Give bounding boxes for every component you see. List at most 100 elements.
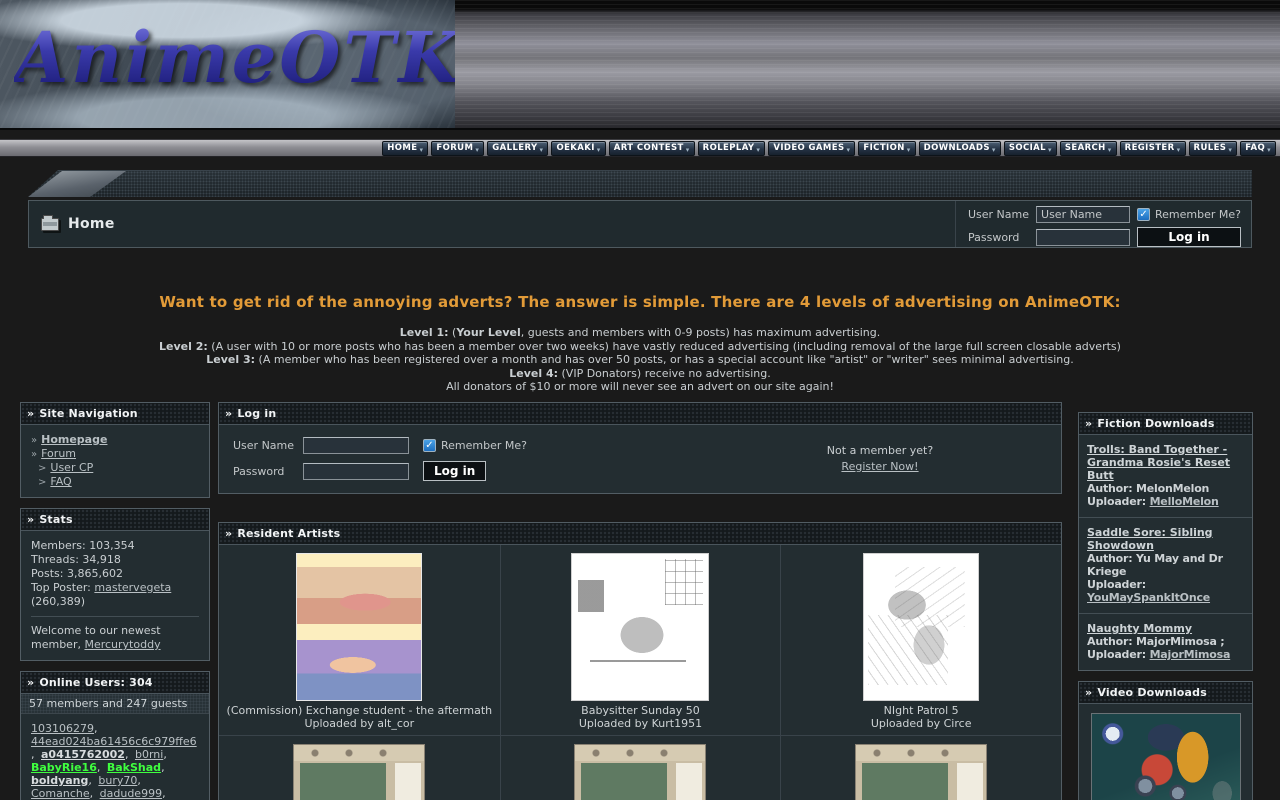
dropdown-arrow-icon: ▾	[992, 147, 996, 155]
fiction-item: Trolls: Band Together - Grandma Rosie's …	[1079, 435, 1252, 517]
sidebar-link-homepage[interactable]: Homepage	[41, 433, 107, 446]
nav-item-home[interactable]: HOME▾	[382, 141, 428, 156]
online-user-link[interactable]: boldyang	[31, 774, 88, 787]
uploader-link[interactable]: MelloMelon	[1150, 495, 1219, 508]
site-navigation-body: »Homepage »Forum >User CP >FAQ	[21, 425, 209, 497]
nav-item-fiction[interactable]: FICTION▾	[858, 141, 915, 156]
stat-posts: Posts: 3,865,602	[31, 567, 199, 581]
username-input[interactable]	[1036, 206, 1130, 223]
online-user-link[interactable]: a0415762002	[41, 748, 125, 761]
login-button[interactable]: Log in	[423, 461, 486, 481]
password-input[interactable]	[303, 463, 409, 480]
separator: ,	[88, 774, 92, 787]
artwork-image	[863, 553, 979, 701]
nav-label: OEKAKI	[556, 143, 594, 153]
fiction-title-link[interactable]: Naughty Mommy	[1087, 622, 1192, 635]
nav-item-video-games[interactable]: VIDEO GAMES▾	[768, 141, 855, 156]
sidebar-link-forum[interactable]: Forum	[41, 447, 76, 460]
artwork-image	[574, 744, 706, 800]
artwork-title: NIght Patrol 5	[787, 704, 1055, 717]
register-prompt: Not a member yet? Register Now!	[713, 443, 1047, 475]
fiction-downloads-header: »Fiction Downloads	[1079, 413, 1252, 435]
newest-member-link[interactable]: Mercurytoddy	[84, 638, 160, 651]
artwork-image	[855, 744, 987, 800]
nav-item-rules[interactable]: RULES▾	[1189, 141, 1238, 156]
artwork-uploader: Uploaded by alt_cor	[225, 717, 494, 730]
nav-label: DOWNLOADS	[924, 143, 990, 153]
password-input[interactable]	[1036, 229, 1130, 246]
dropdown-arrow-icon: ▾	[1177, 147, 1181, 155]
resident-artists-header: »Resident Artists	[219, 523, 1061, 545]
resident-artists-panel: »Resident Artists (Commission) Exchange …	[218, 522, 1062, 800]
top-poster-link[interactable]: mastervegeta	[94, 581, 171, 594]
nav-label: SEARCH	[1065, 143, 1106, 153]
nav-label: ROLEPLAY	[703, 143, 755, 153]
nav-item-oekaki[interactable]: OEKAKI▾	[551, 141, 605, 156]
artist-thumbnail-link[interactable]	[293, 744, 425, 800]
fiction-title-link[interactable]: Saddle Sore: Sibling Showdown	[1087, 526, 1244, 552]
nav-item-search[interactable]: SEARCH▾	[1060, 141, 1117, 156]
remember-checkbox[interactable]: ✓	[1137, 208, 1150, 221]
advert-levels: Level 1: (Your Level, guests and members…	[0, 326, 1280, 394]
video-item: Tu Seras un Taxi, Mon Fils!	[1079, 704, 1252, 800]
online-user-link[interactable]: Comanche	[31, 787, 90, 800]
artwork-title: (Commission) Exchange student - the afte…	[225, 704, 494, 717]
nav-item-faq[interactable]: FAQ▾	[1240, 141, 1276, 156]
panel-title: Video Downloads	[1097, 686, 1207, 699]
link-arrow-icon: »	[31, 435, 37, 446]
fiction-author: Author: Yu May and Dr Kriege	[1087, 552, 1244, 578]
fiction-uploader: Uploader: MajorMimosa	[1087, 648, 1244, 661]
remember-checkbox[interactable]: ✓	[423, 439, 436, 452]
video-downloads-panel: » Video Downloads Tu Seras un Taxi, Mon F…	[1078, 681, 1253, 800]
video-thumbnail-link[interactable]	[1091, 713, 1241, 800]
nav-item-forum[interactable]: FORUM▾	[431, 141, 484, 156]
online-user-link[interactable]: b0rni	[135, 748, 163, 761]
artist-thumbnail-link[interactable]	[296, 553, 422, 701]
main-nav: HOME▾ FORUM▾ GALLERY▾ OEKAKI▾ ART CONTES…	[0, 139, 1280, 157]
fiction-author: Author: MajorMimosa ;	[1087, 635, 1244, 648]
nav-label: HOME	[387, 143, 417, 153]
separator: ,	[94, 722, 98, 735]
online-user-link[interactable]: dadude999	[100, 787, 162, 800]
nav-item-gallery[interactable]: GALLERY▾	[487, 141, 548, 156]
nav-item-downloads[interactable]: DOWNLOADS▾	[919, 141, 1001, 156]
site-logo[interactable]: AnimeOTK	[14, 16, 455, 99]
dropdown-arrow-icon: ▾	[597, 147, 601, 155]
nav-item-art-contest[interactable]: ART CONTEST▾	[609, 141, 695, 156]
dropdown-arrow-icon: ▾	[540, 147, 544, 155]
login-button[interactable]: Log in	[1137, 227, 1241, 247]
fiction-item: Saddle Sore: Sibling Showdown Author: Yu…	[1079, 517, 1252, 613]
nav-label: FAQ	[1245, 143, 1265, 153]
nav-item-social[interactable]: SOCIAL▾	[1004, 141, 1057, 156]
stat-top-poster-count: (260,389)	[31, 595, 199, 609]
username-input[interactable]	[303, 437, 409, 454]
online-user-link[interactable]: BabyRie16	[31, 761, 97, 774]
artist-thumbnail-link[interactable]	[855, 744, 987, 800]
newest-member-welcome: Welcome to our newest member, Mercurytod…	[31, 616, 199, 652]
online-user-link[interactable]: bury70	[98, 774, 137, 787]
uploader-link[interactable]: YouMaySpankItOnce	[1087, 591, 1210, 604]
login-form: User Name ✓ Remember Me? Password Log in…	[219, 425, 1061, 493]
artist-thumbnail-link[interactable]	[574, 744, 706, 800]
dropdown-arrow-icon: ▾	[475, 147, 479, 155]
header-arrow-icon: »	[1085, 686, 1092, 699]
folder-icon	[41, 218, 59, 231]
online-user-link[interactable]: 44ead024ba61456c6c979ffe6	[31, 735, 197, 748]
artist-thumbnail-link[interactable]	[571, 553, 709, 701]
sidebar-link-faq[interactable]: FAQ	[50, 475, 71, 488]
uploader-link[interactable]: MajorMimosa	[1150, 648, 1231, 661]
nav-item-register[interactable]: REGISTER▾	[1120, 141, 1186, 156]
nav-item-roleplay[interactable]: ROLEPLAY▾	[698, 141, 766, 156]
fiction-item: Naughty Mommy Author: MajorMimosa ; Uplo…	[1079, 613, 1252, 670]
fiction-author: Author: MelonMelon	[1087, 482, 1244, 495]
online-user-link[interactable]: BakShad	[107, 761, 161, 774]
register-now-link[interactable]: Register Now!	[841, 460, 918, 473]
not-member-text: Not a member yet?	[713, 443, 1047, 459]
logo-banner: AnimeOTK	[0, 0, 455, 128]
sidebar-link-usercp[interactable]: User CP	[50, 461, 93, 474]
right-sidebar: »Fiction Downloads Trolls: Band Together…	[1078, 412, 1253, 800]
artist-thumbnail-link[interactable]	[863, 553, 979, 701]
online-user-link[interactable]: 103106279	[31, 722, 94, 735]
fiction-title-link[interactable]: Trolls: Band Together - Grandma Rosie's …	[1087, 443, 1244, 482]
main-content: »Log in User Name ✓ Remember Me? Passwor…	[218, 402, 1062, 800]
